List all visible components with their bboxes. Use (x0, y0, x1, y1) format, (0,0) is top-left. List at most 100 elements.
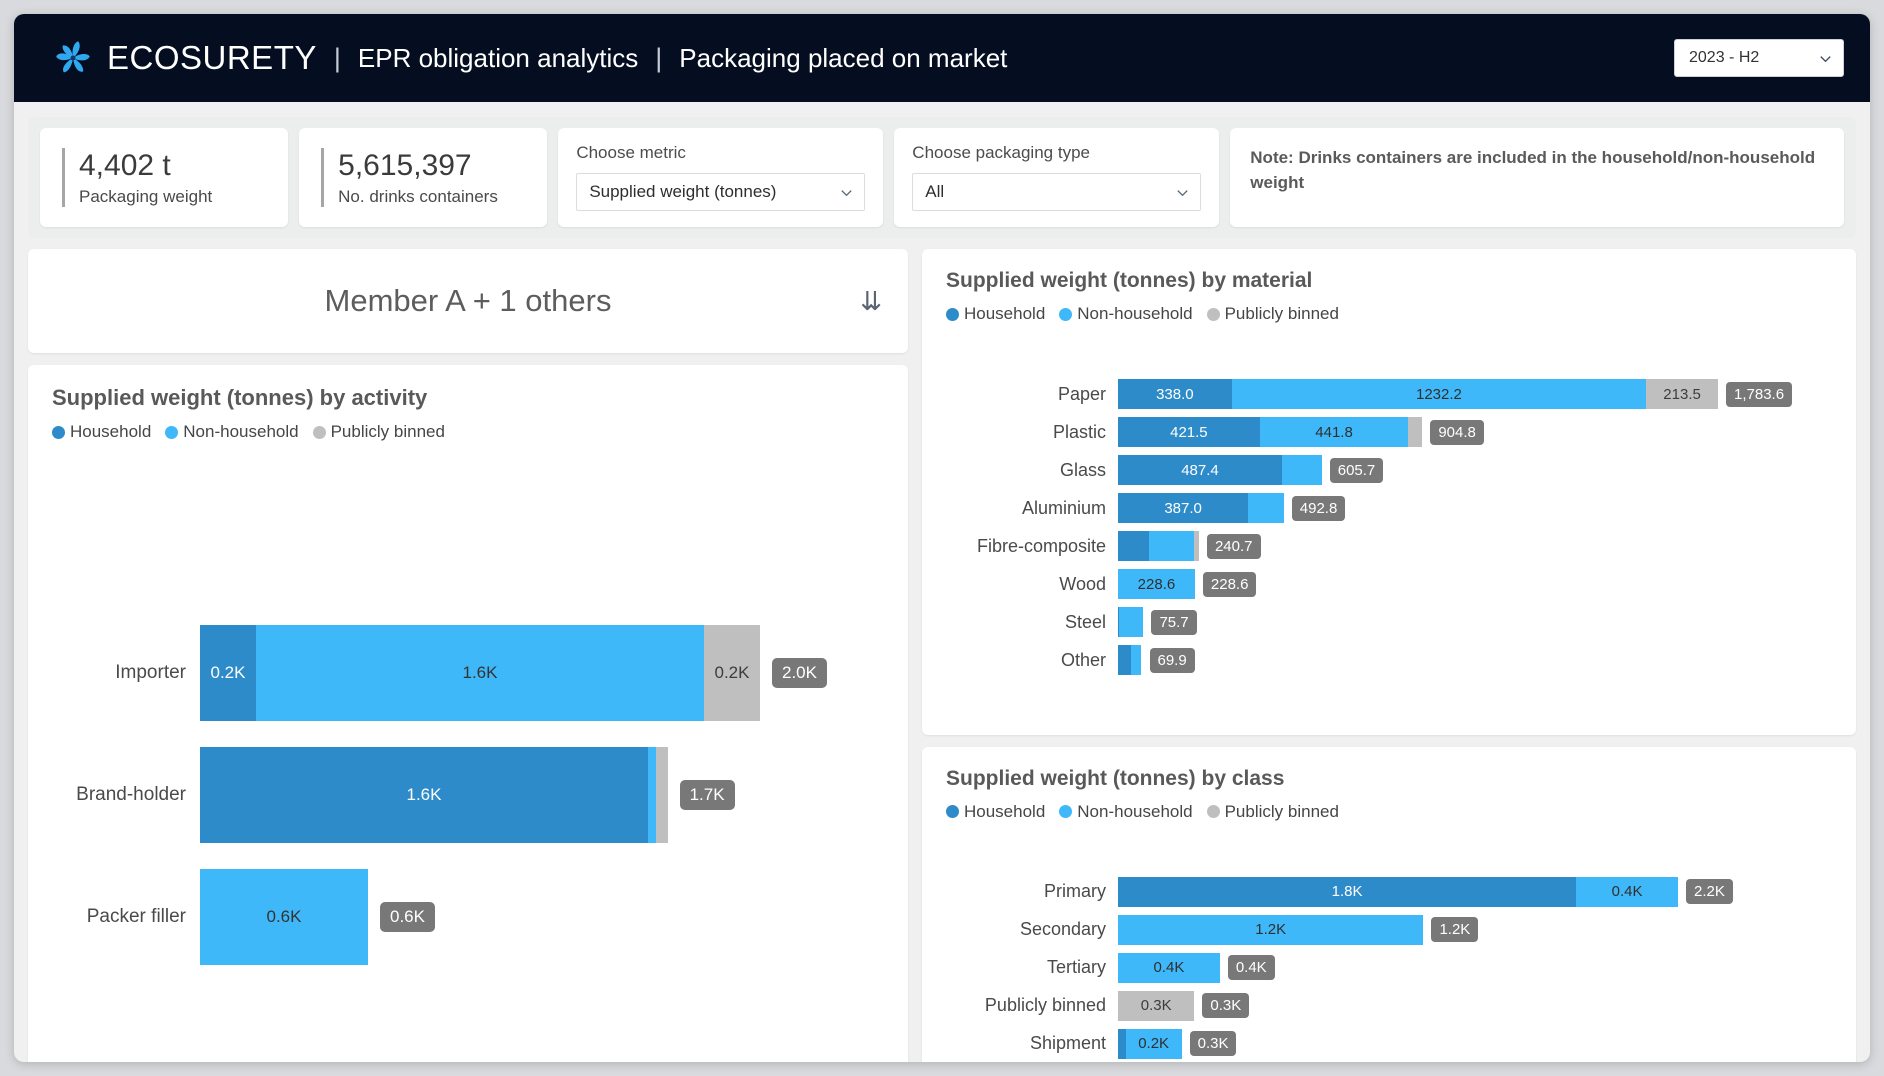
class-bar-row[interactable]: Shipment 0.2K 0.3K (946, 1028, 1832, 1059)
activity-bar-track: 0.6K 0.6K (200, 869, 884, 965)
material-bar-row[interactable]: Paper 338.0 1232.2 213.5 1,783.6 (946, 379, 1832, 410)
class-bar-total: 1.2K (1431, 917, 1479, 943)
activity-bar-segment: 0.6K (200, 869, 368, 965)
class-bar-label: Secondary (1019, 919, 1106, 940)
material-bar-track: 387.0 492.8 (1118, 493, 1832, 524)
activity-bar-row[interactable]: Importer 0.2K 1.6K 0.2K 2.0K (52, 625, 884, 721)
class-bar-total: 2.2K (1686, 879, 1733, 905)
activity-bar-total: 0.6K (380, 902, 435, 932)
class-bar-segment-value: 0.4K (1153, 959, 1185, 977)
activity-bar: 0.2K 1.6K 0.2K (200, 625, 760, 721)
activity-bar-track: 1.6K 1.7K (200, 747, 884, 843)
material-bar-row[interactable]: Fibre-composite 240.7 (946, 531, 1832, 562)
activity-segment-value: 1.6K (462, 663, 498, 682)
material-bar (1118, 531, 1199, 562)
activity-bar-row[interactable]: Packer filler 0.6K 0.6K (52, 869, 884, 965)
material-bar-row[interactable]: Plastic 421.5 441.8 904.8 (946, 417, 1832, 448)
activity-bar-label: Brand-holder (76, 784, 186, 805)
legend-dot-non-household (165, 425, 179, 439)
material-bar-segment-value: 387.0 (1164, 499, 1202, 517)
chevron-down-icon (839, 185, 854, 200)
double-down-arrow-icon[interactable]: ⇊ (860, 288, 882, 314)
legend-label: Household (70, 422, 152, 441)
material-bar (1118, 645, 1142, 676)
packaging-type-select[interactable]: All (912, 173, 1202, 211)
class-bar-row[interactable]: Publicly binned 0.3K 0.3K (946, 990, 1832, 1021)
material-bar-track: 75.7 (1118, 607, 1832, 638)
material-bar-segment (1149, 531, 1194, 562)
period-select-value: 2023 - H2 (1689, 49, 1760, 66)
class-bar: 0.3K (1118, 990, 1195, 1021)
note-text: Note: Drinks containers are included in … (1250, 148, 1816, 192)
material-bar-total: 75.7 (1151, 609, 1197, 635)
class-bar-row[interactable]: Primary 1.8K 0.4K 2.2K (946, 876, 1832, 907)
material-bar-segment-value: 228.6 (1137, 575, 1176, 593)
material-bar-track: 421.5 441.8 904.8 (1118, 417, 1832, 448)
legend-label: Non-household (1077, 801, 1193, 821)
activity-segment-value: 0.2K (210, 663, 246, 682)
metric-filter: Choose metric Supplied weight (tonnes) (558, 128, 884, 227)
class-bar: 1.2K (1118, 914, 1424, 945)
material-bar-segment: 228.6 (1118, 569, 1195, 600)
activity-bar-segment: 0.2K (200, 625, 256, 721)
activity-bar-segment: 0.2K (704, 625, 760, 721)
material-bar-label: Other (1060, 649, 1106, 670)
legend-item-non-household: Non-household (165, 422, 299, 442)
chart-title: Supplied weight (tonnes) by class (946, 766, 1285, 790)
material-bar-row[interactable]: Glass 487.4 605.7 (946, 455, 1832, 486)
kpi-packaging-weight: 4,402 t Packaging weight (40, 128, 289, 227)
material-bar-segment: 338.0 (1118, 379, 1232, 410)
note-card: Note: Drinks containers are included in … (1230, 128, 1844, 227)
filter-bar: 4,402 t Packaging weight 5,615,397 No. d… (28, 117, 1856, 238)
class-bar-total: 0.3K (1189, 1031, 1237, 1057)
class-bar-label: Publicly binned (984, 995, 1106, 1016)
legend-label: Publicly binned (1224, 304, 1339, 323)
activity-bar: 1.6K (200, 747, 668, 843)
activity-bar-row[interactable]: Brand-holder 1.6K 1.7K (52, 747, 884, 843)
activity-bar-label: Importer (115, 662, 186, 683)
class-bar-row[interactable]: Tertiary 0.4K 0.4K (946, 952, 1832, 983)
activity-bar-total: 2.0K (772, 658, 827, 688)
class-bar-segment-value: 1.8K (1331, 883, 1363, 901)
kpi-drinks-containers: 5,615,397 No. drinks containers (299, 128, 548, 227)
material-bar-row[interactable]: Wood 228.6 228.6 (946, 569, 1832, 600)
material-bar-track: 240.7 (1118, 531, 1832, 562)
material-bar: 387.0 (1118, 493, 1284, 524)
class-bar-track: 0.3K 0.3K (1118, 990, 1832, 1021)
activity-bars: Importer 0.2K 1.6K 0.2K 2.0K Brand-holder 1.6K… (52, 442, 884, 1062)
class-bar-segment: 0.4K (1118, 952, 1220, 983)
material-bar-segment: 487.4 (1118, 455, 1282, 486)
class-bar-row[interactable]: Secondary 1.2K 1.2K (946, 914, 1832, 945)
material-bar-label: Plastic (1052, 421, 1106, 442)
page-title: Packaging placed on market (679, 42, 1008, 73)
chart-by-activity: Supplied weight (tonnes) by activity Hou… (28, 365, 908, 1062)
class-bar-total: 0.4K (1227, 955, 1275, 981)
material-bar-label: Aluminium (1021, 497, 1106, 518)
period-select[interactable]: 2023 - H2 (1674, 39, 1844, 77)
material-bar: 487.4 (1118, 455, 1322, 486)
legend-dot-household (946, 307, 959, 321)
legend-item-publicly-binned: Publicly binned (1206, 304, 1339, 324)
brand-name: ECOSURETY (107, 39, 317, 76)
activity-segment-value: 0.6K (266, 907, 302, 926)
packaging-type-filter-label: Choose packaging type (912, 143, 1090, 162)
material-bar-row[interactable]: Other 69.9 (946, 645, 1832, 676)
material-bar-row[interactable]: Aluminium 387.0 492.8 (946, 493, 1832, 524)
metric-select[interactable]: Supplied weight (tonnes) (576, 173, 866, 211)
legend-item-household: Household (946, 304, 1045, 324)
class-bar-segment: 0.2K (1125, 1028, 1182, 1059)
kpi-inner: 4,402 t Packaging weight (62, 148, 213, 207)
chart-legend: Household Non-household Publicly binned (946, 802, 1832, 822)
material-bar-segment: 1232.2 (1231, 379, 1647, 410)
kpi-label: Packaging weight (79, 186, 213, 206)
class-bar-track: 1.8K 0.4K 2.2K (1118, 876, 1832, 907)
legend-dot-household (52, 425, 65, 439)
activity-bar-label: Packer filler (86, 906, 186, 927)
class-bar-segment: 1.8K (1118, 876, 1577, 907)
legend-dot-publicly-binned (1206, 307, 1220, 321)
material-bar-total: 228.6 (1202, 571, 1257, 597)
material-bar-total: 1,783.6 (1726, 381, 1793, 407)
material-bar-label: Paper (1057, 383, 1106, 404)
packaging-type-filter: Choose packaging type All (894, 128, 1220, 227)
material-bar-row[interactable]: Steel 75.7 (946, 607, 1832, 638)
